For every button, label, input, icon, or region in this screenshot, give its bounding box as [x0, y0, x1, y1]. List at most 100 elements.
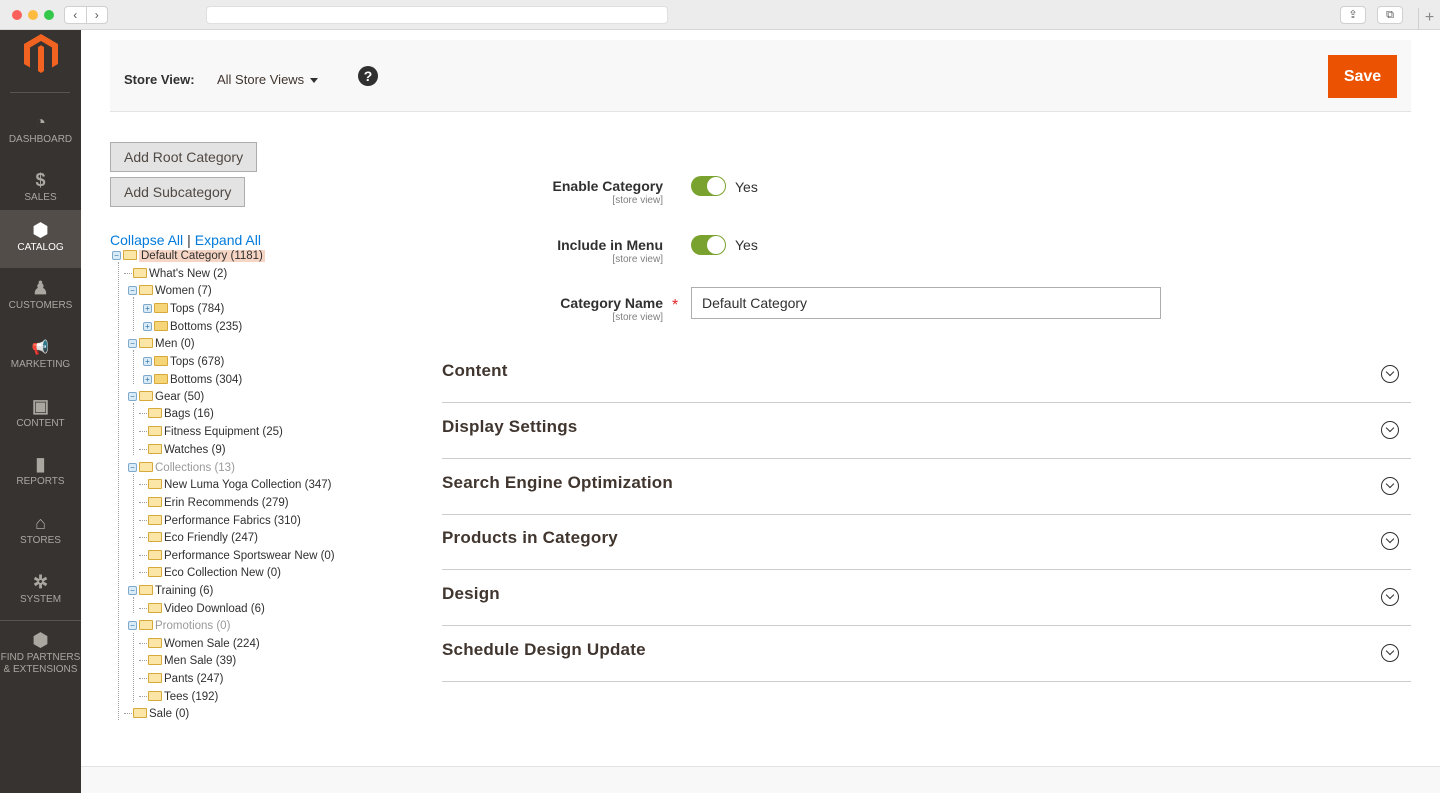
tree-node[interactable]: + Tops (678) [143, 354, 224, 371]
include-in-menu-toggle[interactable] [691, 235, 726, 255]
tree-node[interactable]: Watches (9) [139, 442, 226, 459]
tree-node[interactable]: Erin Recommends (279) [139, 495, 289, 512]
collapse-icon[interactable]: − [128, 463, 137, 473]
enable-category-label: Enable Category [552, 178, 663, 194]
collapse-icon[interactable]: − [128, 621, 137, 631]
collapse-icon[interactable]: − [128, 339, 137, 349]
tree-node[interactable]: + Bottoms (235) [143, 319, 242, 336]
admin-sidebar: ◔ DASHBOARD $ SALES ⬢ CATALOG ♟ CUSTOMER… [0, 30, 81, 793]
menu-reports[interactable]: ▮ REPORTS [0, 444, 81, 502]
section-content[interactable]: Content [442, 347, 1411, 403]
caret-down-icon [310, 78, 319, 84]
section-display-settings[interactable]: Display Settings [442, 403, 1411, 459]
add-subcategory-button[interactable]: Add Subcategory [110, 177, 246, 207]
folder-icon [133, 267, 147, 278]
collapse-icon[interactable]: − [128, 586, 137, 596]
dashboard-icon: ◔ [35, 112, 46, 132]
collapse-icon[interactable]: − [128, 286, 137, 296]
toggle-value: Yes [735, 179, 758, 195]
close-window-button[interactable] [12, 10, 22, 20]
collapse-icon[interactable]: − [112, 251, 121, 261]
section-design[interactable]: Design [442, 570, 1411, 626]
tree-node[interactable]: Pants (247) [139, 671, 223, 688]
maximize-window-button[interactable] [44, 10, 54, 20]
section-schedule-design-update[interactable]: Schedule Design Update [442, 626, 1411, 682]
tree-node[interactable]: − Promotions (0) [128, 618, 230, 635]
menu-label: CUSTOMERS [8, 300, 73, 311]
section-title: Products in Category [442, 528, 618, 547]
tree-node[interactable]: Video Download (6) [139, 601, 265, 618]
tree-node[interactable]: What's New (2) [124, 266, 227, 283]
store-view-switcher[interactable]: All Store Views [217, 72, 319, 87]
chevron-down-icon [1381, 365, 1399, 383]
tree-node[interactable]: + Tops (784) [143, 301, 224, 318]
menu-dashboard[interactable]: ◔ DASHBOARD [0, 102, 81, 160]
menu-content[interactable]: ▣ CONTENT [0, 386, 81, 444]
tree-node[interactable]: − Men (0) [128, 336, 195, 353]
menu-catalog[interactable]: ⬢ CATALOG [0, 210, 81, 268]
storefront-icon: ⌂ [35, 513, 46, 533]
chevron-down-icon [1381, 477, 1399, 495]
menu-marketing[interactable]: 📢 MARKETING [0, 327, 81, 385]
tree-node[interactable]: Fitness Equipment (25) [139, 424, 283, 441]
dollar-icon: $ [35, 170, 46, 190]
tree-node[interactable]: Sale (0) [124, 706, 189, 723]
expand-icon[interactable]: + [143, 375, 152, 385]
tree-node[interactable]: Eco Friendly (247) [139, 530, 258, 547]
share-icon[interactable]: ⇪ [1340, 6, 1366, 24]
tree-node[interactable]: + Bottoms (304) [143, 372, 242, 389]
folder-icon [148, 690, 162, 701]
menu-find-partners[interactable]: ⬢ FIND PARTNERS & EXTENSIONS [0, 620, 81, 686]
category-name-label: Category Name [560, 295, 663, 311]
menu-customers[interactable]: ♟ CUSTOMERS [0, 268, 81, 326]
forward-button[interactable]: › [87, 7, 108, 23]
add-root-category-button[interactable]: Add Root Category [110, 142, 258, 172]
tree-node[interactable]: − Training (6) [128, 583, 213, 600]
save-button[interactable]: Save [1328, 55, 1397, 98]
gear-icon: ✲ [32, 572, 49, 592]
folder-icon [148, 672, 162, 683]
tree-node[interactable]: Eco Collection New (0) [139, 565, 281, 582]
tree-node[interactable]: − Women (7) [128, 283, 212, 300]
tree-node[interactable]: Tees (192) [139, 689, 218, 706]
layout-icon: ▣ [31, 396, 49, 416]
tabs-icon[interactable]: ⧉ [1377, 6, 1403, 24]
folder-icon [148, 637, 162, 648]
tree-line [133, 403, 134, 455]
required-marker: * [672, 297, 679, 314]
back-button[interactable]: ‹ [65, 7, 87, 23]
expand-icon[interactable]: + [143, 304, 152, 314]
category-name-input[interactable] [691, 287, 1161, 319]
tree-node[interactable]: − Collections (13) [128, 460, 235, 477]
box-icon: ⬢ [32, 220, 49, 240]
tree-node[interactable]: − Default Category (1181) [112, 248, 265, 265]
menu-system[interactable]: ✲ SYSTEM [0, 562, 81, 620]
tree-node[interactable]: Performance Fabrics (310) [139, 513, 301, 530]
tree-node[interactable]: New Luma Yoga Collection (347) [139, 477, 332, 494]
section-products-in-category[interactable]: Products in Category [442, 514, 1411, 570]
separator: | [187, 232, 191, 248]
enable-category-toggle[interactable] [691, 176, 726, 196]
section-seo[interactable]: Search Engine Optimization [442, 459, 1411, 515]
menu-stores[interactable]: ⌂ STORES [0, 503, 81, 561]
expand-all-link[interactable]: Expand All [195, 232, 261, 248]
folder-icon [148, 478, 162, 489]
history-nav: ‹ › [64, 6, 108, 24]
address-bar[interactable] [206, 6, 668, 24]
collapse-all-link[interactable]: Collapse All [110, 232, 183, 248]
new-tab-button[interactable]: + [1418, 8, 1440, 30]
tree-node[interactable]: Men Sale (39) [139, 653, 236, 670]
help-icon[interactable]: ? [358, 66, 378, 86]
tree-node[interactable]: Women Sale (224) [139, 636, 260, 653]
section-title: Display Settings [442, 417, 578, 436]
minimize-window-button[interactable] [28, 10, 38, 20]
menu-label: CONTENT [16, 418, 65, 429]
tree-node[interactable]: Bags (16) [139, 406, 214, 423]
tree-node[interactable]: Performance Sportswear New (0) [139, 548, 335, 565]
magento-logo[interactable] [24, 34, 58, 74]
tree-node[interactable]: − Gear (50) [128, 389, 204, 406]
collapse-icon[interactable]: − [128, 392, 137, 402]
person-icon: ♟ [32, 278, 49, 298]
expand-icon[interactable]: + [143, 357, 152, 367]
expand-icon[interactable]: + [143, 322, 152, 332]
